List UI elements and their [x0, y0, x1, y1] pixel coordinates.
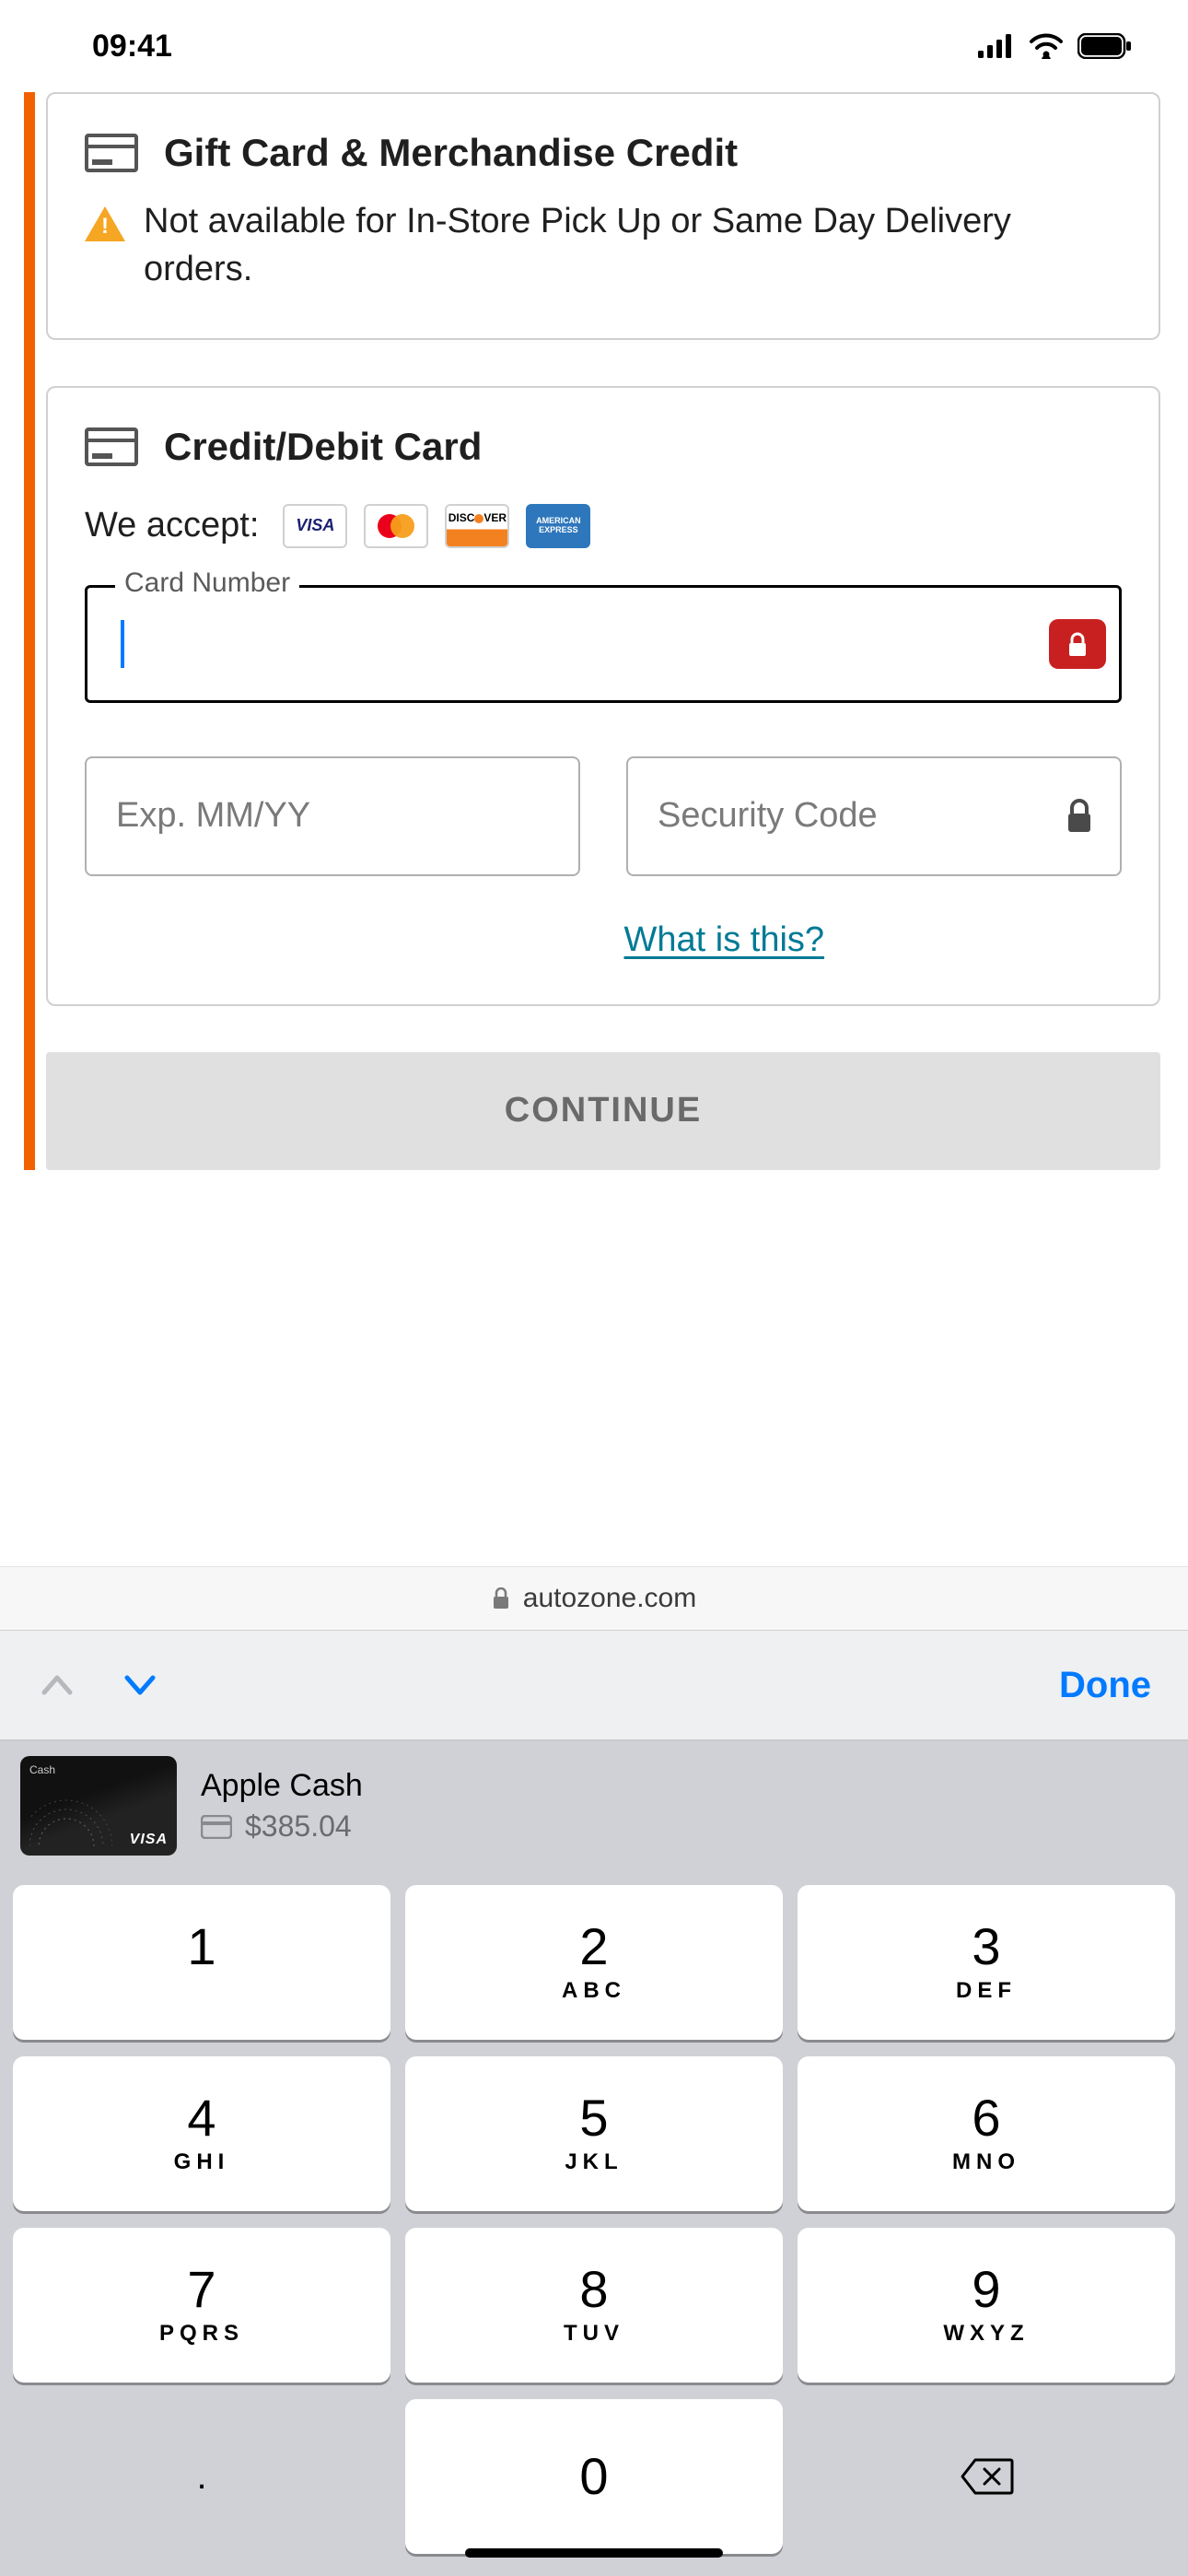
key-5[interactable]: 5JKL [405, 2056, 783, 2211]
battery-icon [1077, 33, 1133, 59]
security-code-help-link[interactable]: What is this? [624, 920, 1122, 960]
key-dot[interactable]: . [13, 2399, 390, 2554]
card-icon [85, 134, 138, 172]
checkout-content: Gift Card & Merchandise Credit Not avail… [0, 92, 1188, 1170]
card-icon [85, 427, 138, 466]
key-7[interactable]: 7PQRS [13, 2228, 390, 2383]
security-code-input[interactable]: Security Code [626, 756, 1122, 876]
key-3[interactable]: 3DEF [798, 1885, 1175, 2040]
lock-icon [1065, 799, 1094, 834]
key-6[interactable]: 6MNO [798, 2056, 1175, 2211]
key-backspace[interactable] [798, 2399, 1175, 2554]
key-0[interactable]: 0 [405, 2399, 783, 2554]
discover-icon: DISCVER [445, 504, 509, 548]
numeric-keyboard: 1 2ABC 3DEF 4GHI 5JKL 6MNO 7PQRS 8TUV 9W… [0, 1870, 1188, 2576]
amex-icon: AMERICANEXPRESS [526, 504, 590, 548]
key-9[interactable]: 9WXYZ [798, 2228, 1175, 2383]
key-2[interactable]: 2ABC [405, 1885, 783, 2040]
home-indicator[interactable] [465, 2548, 723, 2558]
accepted-cards-row: We accept: VISA DISCVER AMERICANEXPRESS [85, 504, 1122, 548]
accept-label: We accept: [85, 506, 259, 545]
text-cursor [121, 620, 124, 668]
card-number-input[interactable]: Card Number [85, 585, 1122, 703]
status-bar: 09:41 [0, 0, 1188, 92]
expiration-input[interactable]: Exp. MM/YY [85, 756, 580, 876]
expiration-placeholder: Exp. MM/YY [116, 796, 310, 836]
prev-field-icon[interactable] [37, 1665, 77, 1705]
security-code-placeholder: Security Code [658, 796, 878, 836]
backspace-icon [959, 2456, 1014, 2497]
warning-icon [85, 206, 125, 241]
giftcard-warning: Not available for In-Store Pick Up or Sa… [144, 197, 1122, 294]
lock-icon [492, 1587, 510, 1610]
cellular-icon [978, 34, 1015, 58]
status-icons [978, 33, 1133, 59]
status-time: 09:41 [92, 29, 172, 64]
address-domain: autozone.com [523, 1583, 696, 1614]
autofill-suggestion-bar[interactable]: Cash VISA Apple Cash $385.04 [0, 1741, 1188, 1870]
keyboard-accessory-bar: Done [0, 1631, 1188, 1741]
autofill-amount: $385.04 [245, 1809, 352, 1844]
creditcard-title: Credit/Debit Card [164, 425, 482, 469]
creditcard-section: Credit/Debit Card We accept: VISA DISCVE… [46, 386, 1160, 1006]
wallet-card-icon: Cash VISA [20, 1756, 177, 1856]
wifi-icon [1028, 33, 1065, 59]
mastercard-icon [364, 504, 428, 548]
key-8[interactable]: 8TUV [405, 2228, 783, 2383]
giftcard-title: Gift Card & Merchandise Credit [164, 131, 738, 175]
browser-address-bar[interactable]: autozone.com [0, 1566, 1188, 1631]
accent-bar [24, 92, 35, 1170]
continue-button[interactable]: CONTINUE [46, 1052, 1160, 1170]
card-number-label: Card Number [115, 568, 299, 599]
autofill-card-name: Apple Cash [201, 1768, 363, 1804]
key-1[interactable]: 1 [13, 1885, 390, 2040]
giftcard-section[interactable]: Gift Card & Merchandise Credit Not avail… [46, 92, 1160, 340]
next-field-icon[interactable] [120, 1665, 160, 1705]
visa-icon: VISA [283, 504, 347, 548]
keyboard-done-button[interactable]: Done [1059, 1665, 1151, 1706]
key-4[interactable]: 4GHI [13, 2056, 390, 2211]
password-manager-icon[interactable] [1049, 619, 1106, 669]
wallet-icon [201, 1815, 232, 1839]
